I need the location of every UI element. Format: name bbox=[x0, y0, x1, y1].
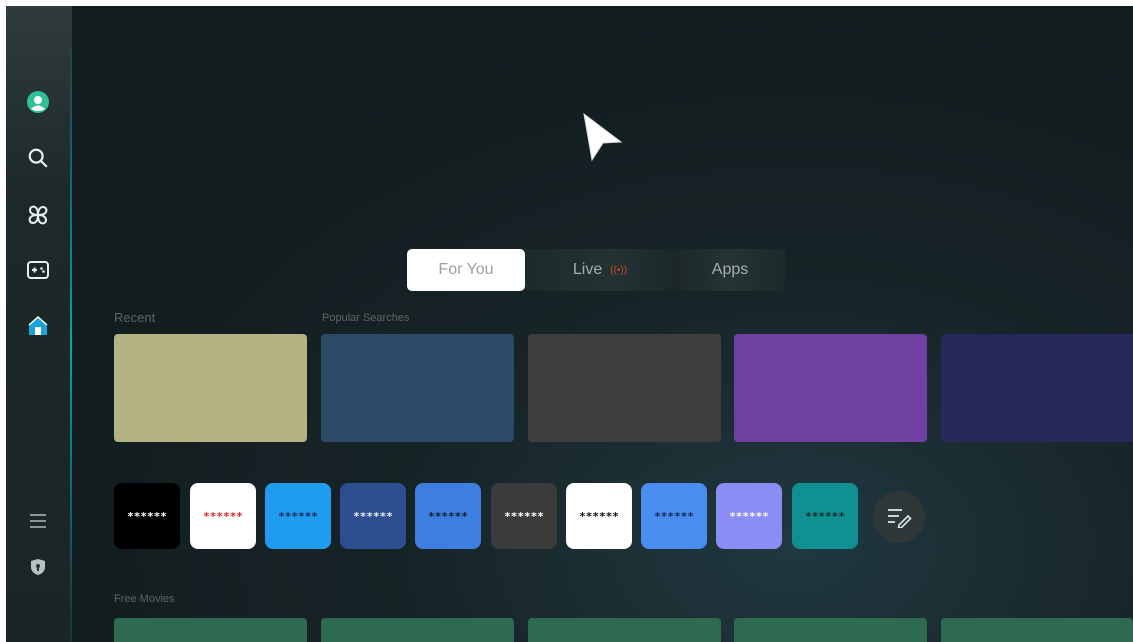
app-tile-label: ****** bbox=[353, 509, 393, 523]
sidebar-focus-edge bbox=[70, 46, 72, 642]
search-icon[interactable] bbox=[26, 146, 50, 170]
free-movie-card[interactable] bbox=[321, 618, 514, 642]
section-recent-label: Recent bbox=[114, 310, 156, 325]
live-broadcast-icon: ((•)) bbox=[610, 264, 628, 276]
app-tile[interactable]: ****** bbox=[491, 483, 557, 549]
tab-for-you[interactable]: For You bbox=[407, 249, 525, 291]
app-tile[interactable]: ****** bbox=[114, 483, 180, 549]
profile-icon[interactable] bbox=[26, 90, 50, 114]
section-free-movies-label: Free Movies bbox=[114, 593, 175, 605]
app-tile[interactable]: ****** bbox=[716, 483, 782, 549]
pointer-cursor-icon bbox=[583, 112, 623, 162]
app-tile-label: ****** bbox=[579, 509, 619, 523]
app-tile[interactable]: ****** bbox=[415, 483, 481, 549]
game-pad-icon[interactable] bbox=[26, 258, 50, 282]
free-movie-card[interactable] bbox=[528, 618, 721, 642]
content-tabs: For You Live ((•)) Apps bbox=[407, 249, 785, 291]
app-tile-label: ****** bbox=[127, 509, 167, 523]
tab-for-you-label: For You bbox=[438, 261, 494, 278]
popular-card[interactable] bbox=[321, 334, 514, 442]
app-tile-label: ****** bbox=[428, 509, 468, 523]
app-tile-label: ****** bbox=[278, 509, 318, 523]
menu-icon[interactable] bbox=[26, 509, 50, 533]
free-movie-card[interactable] bbox=[941, 618, 1133, 642]
edit-list-icon bbox=[888, 509, 912, 528]
app-tile[interactable]: ****** bbox=[566, 483, 632, 549]
tab-live-label: Live bbox=[572, 261, 603, 278]
popular-card[interactable] bbox=[734, 334, 927, 442]
tab-live[interactable]: Live ((•)) bbox=[525, 249, 675, 291]
shield-icon[interactable] bbox=[26, 555, 50, 579]
tv-home-screen: For You Live ((•)) Apps Recent Popular S… bbox=[6, 6, 1133, 642]
popular-card[interactable] bbox=[941, 334, 1133, 442]
app-tile[interactable]: ****** bbox=[340, 483, 406, 549]
edit-apps-button[interactable] bbox=[873, 491, 925, 543]
home-icon[interactable] bbox=[26, 314, 50, 338]
app-tile-label: ****** bbox=[654, 509, 694, 523]
app-tile[interactable]: ****** bbox=[265, 483, 331, 549]
popular-card[interactable] bbox=[528, 334, 721, 442]
free-movie-card[interactable] bbox=[734, 618, 927, 642]
recent-card[interactable] bbox=[114, 334, 307, 442]
app-tile-label: ****** bbox=[729, 509, 769, 523]
app-tile[interactable]: ****** bbox=[190, 483, 256, 549]
sidebar bbox=[6, 6, 72, 642]
clover-icon[interactable] bbox=[26, 203, 50, 227]
app-tile-label: ****** bbox=[203, 509, 243, 523]
app-tile[interactable]: ****** bbox=[792, 483, 858, 549]
free-movie-card[interactable] bbox=[114, 618, 307, 642]
section-popular-label: Popular Searches bbox=[322, 312, 410, 324]
tab-apps-label: Apps bbox=[711, 261, 749, 278]
app-tile[interactable]: ****** bbox=[641, 483, 707, 549]
tab-apps[interactable]: Apps bbox=[675, 249, 785, 291]
app-tile-label: ****** bbox=[805, 509, 845, 523]
app-tile-label: ****** bbox=[504, 509, 544, 523]
